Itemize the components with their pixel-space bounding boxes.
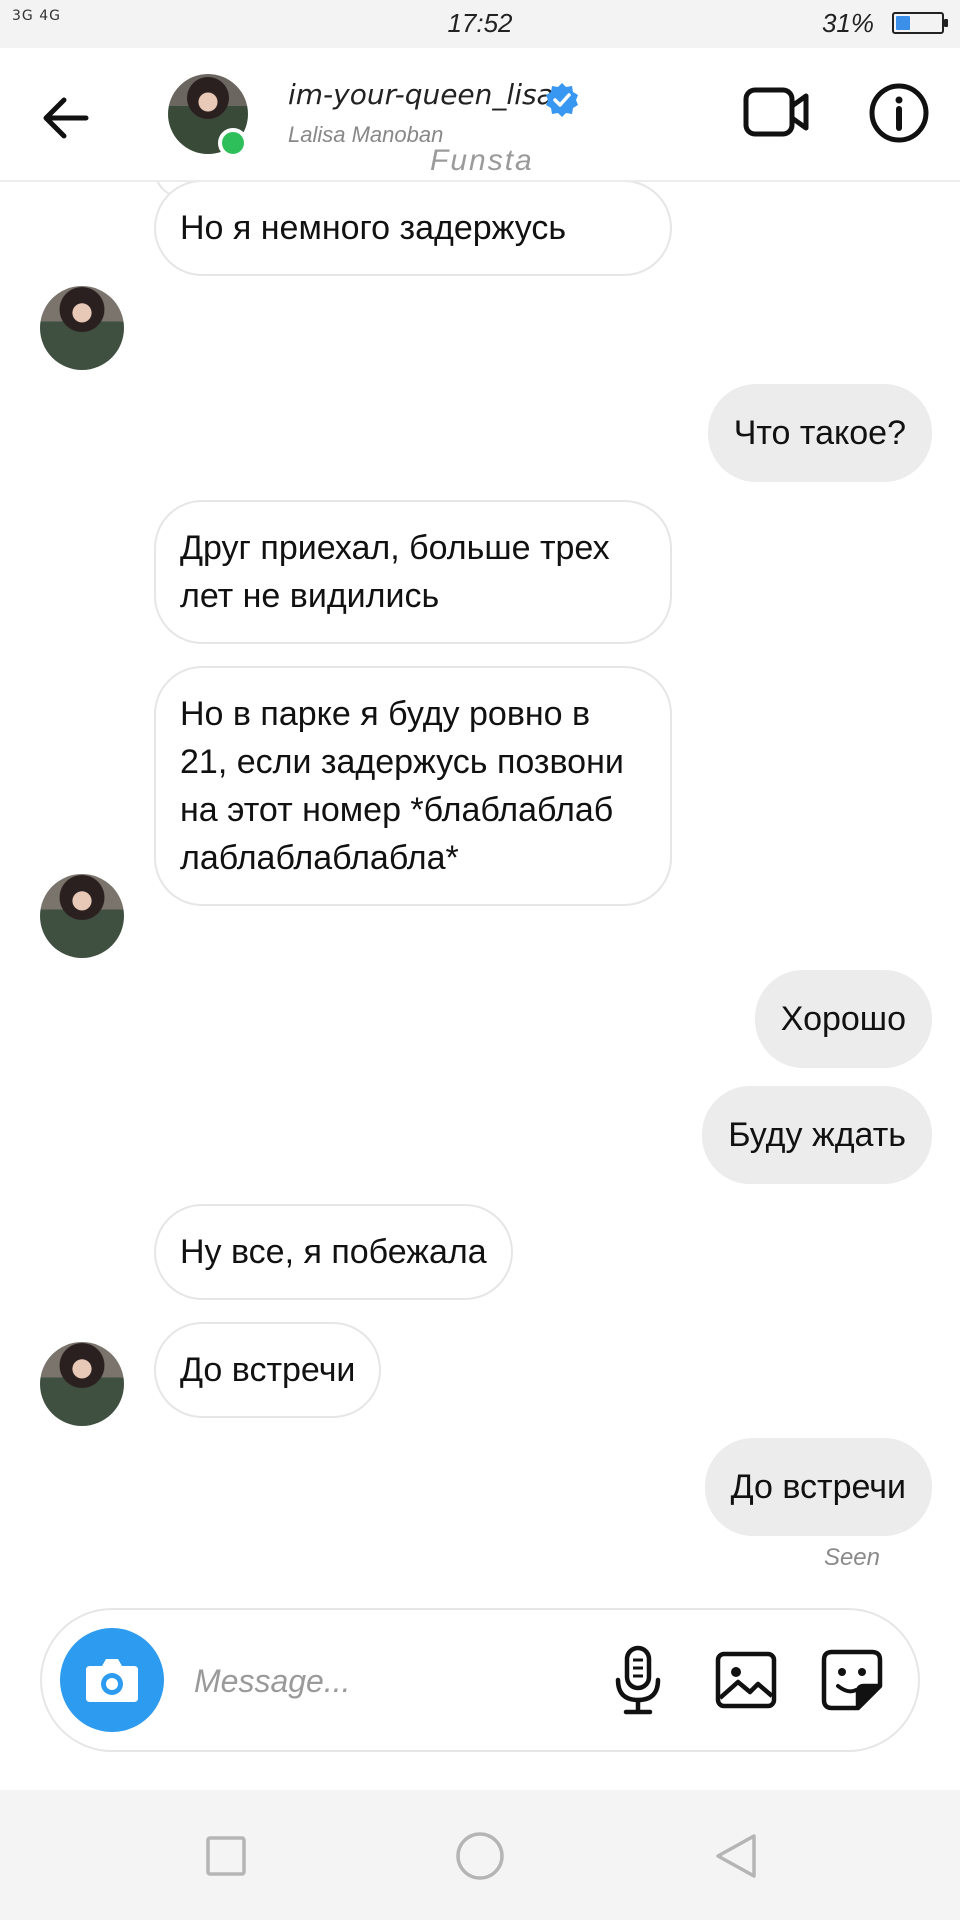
image-icon (715, 1651, 777, 1709)
square-icon (206, 1836, 246, 1876)
incoming-message[interactable]: Но в парке я буду ровно в 21, если задер… (154, 666, 672, 906)
info-button[interactable] (868, 82, 930, 144)
camera-icon (86, 1659, 138, 1702)
incoming-message[interactable]: Друг приехал, больше трех лет не видилис… (154, 500, 672, 644)
incoming-message[interactable]: До встречи (154, 1322, 382, 1418)
watermark: Funsta (430, 144, 534, 177)
message-thread[interactable]: Но я немного задержусь Что такое? Друг п… (0, 182, 960, 1602)
sender-avatar[interactable] (40, 1342, 124, 1426)
circle-icon (456, 1832, 504, 1880)
sticker-icon (821, 1649, 883, 1711)
sticker-button[interactable] (812, 1640, 892, 1720)
arrow-left-icon (43, 97, 89, 139)
online-status-dot (218, 128, 248, 158)
triangle-back-icon (716, 1834, 756, 1878)
chat-header: im-your-queen_lisa Lalisa Manoban Funsta (0, 48, 960, 182)
back-nav-button[interactable] (704, 1824, 768, 1888)
sender-avatar[interactable] (40, 286, 124, 370)
back-button[interactable] (36, 88, 96, 148)
voice-message-button[interactable] (598, 1640, 678, 1720)
battery-icon (892, 12, 948, 34)
microphone-icon (615, 1645, 661, 1715)
battery-fill (896, 16, 910, 30)
video-camera-icon (743, 87, 809, 137)
battery-percent: 31% (821, 8, 874, 38)
camera-button[interactable] (60, 1628, 164, 1732)
seen-label: Seen (823, 1544, 880, 1571)
chat-username[interactable]: im-your-queen_lisa (288, 78, 554, 111)
gallery-button[interactable] (706, 1640, 786, 1720)
status-bar: 3G 4G 17:52 31% (0, 0, 960, 48)
incoming-message[interactable]: Но я немного задержусь (154, 182, 672, 276)
recent-apps-button[interactable] (194, 1824, 258, 1888)
message-input[interactable] (192, 1650, 596, 1712)
outgoing-message[interactable]: Буду ждать (702, 1086, 932, 1184)
outgoing-message[interactable]: Что такое? (707, 384, 932, 482)
status-time: 17:52 (447, 8, 513, 38)
video-call-button[interactable] (742, 82, 812, 142)
outgoing-message[interactable]: Хорошо (754, 970, 932, 1068)
chat-subtitle: Lalisa Manoban (288, 122, 444, 147)
verified-badge-icon (546, 83, 578, 117)
home-button[interactable] (448, 1824, 512, 1888)
message-composer (40, 1608, 920, 1752)
incoming-message[interactable]: Ну все, я побежала (154, 1204, 513, 1300)
outgoing-message[interactable]: До встречи (704, 1438, 932, 1536)
sender-avatar[interactable] (40, 874, 124, 958)
info-icon (869, 83, 929, 143)
system-nav-bar (0, 1790, 960, 1920)
